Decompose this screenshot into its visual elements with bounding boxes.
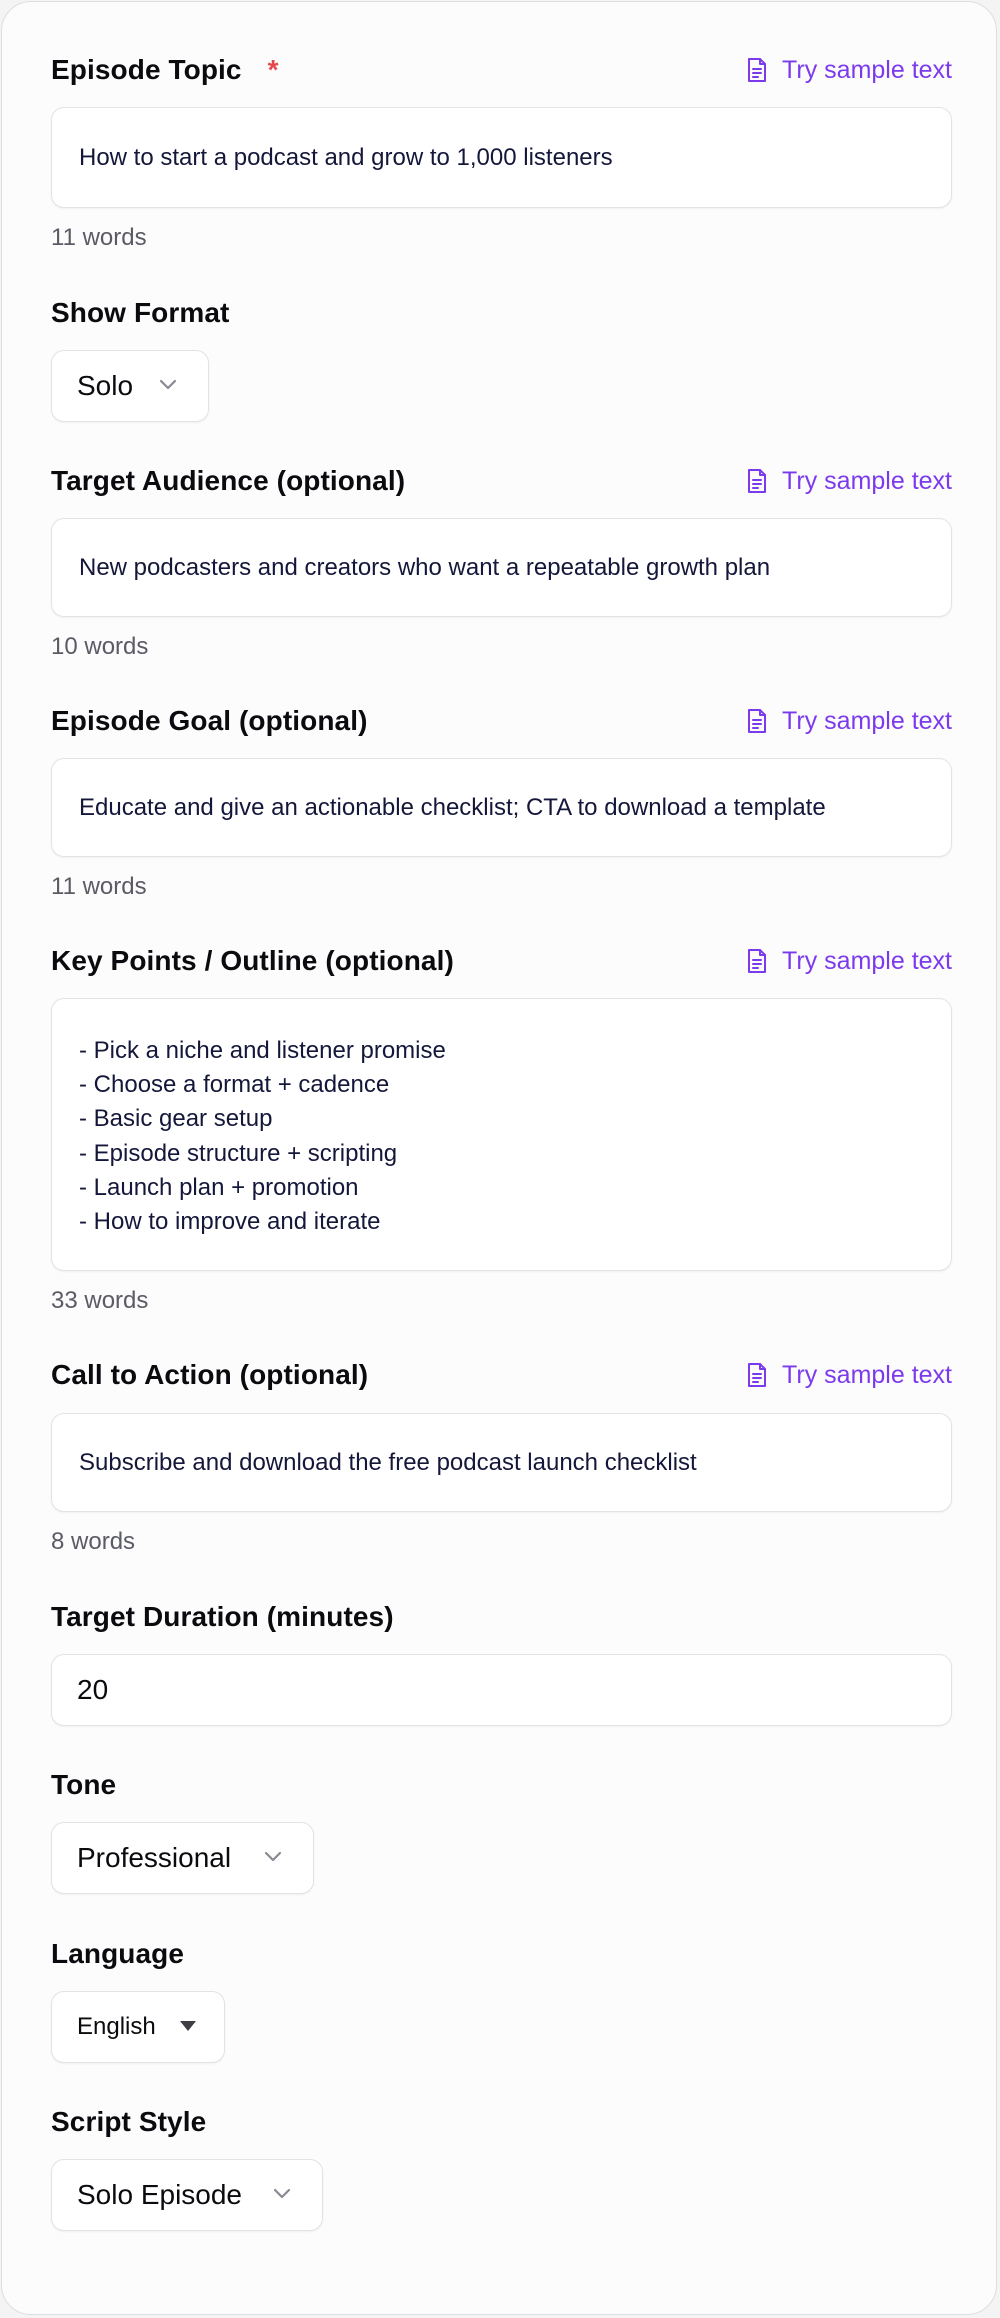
show-format-label: Show Format [51, 297, 230, 328]
script-style-value: Solo Episode [77, 2179, 243, 2210]
document-lines-icon [748, 1363, 767, 1387]
episode-topic-field: Episode Topic * Try sample text How to st… [51, 52, 952, 251]
outline-line: - Choose a format + cadence [79, 1071, 390, 1099]
chevron-down-icon [159, 379, 177, 390]
episode-goal-label: Episode Goal (optional) [51, 705, 368, 736]
key-points-word-count: 33 words [51, 1287, 149, 1314]
show-format-value: Solo [77, 370, 134, 401]
target-audience-input[interactable]: New podcasters and creators who want a r… [51, 518, 952, 617]
key-points-field: Key Points / Outline (optional) Try samp… [51, 943, 952, 1314]
call-to-action-input[interactable]: Subscribe and download the free podcast … [51, 1413, 952, 1512]
language-field: Language English [51, 1936, 952, 2063]
target-audience-try-sample-button[interactable]: Try sample text [745, 467, 952, 496]
script-style-select[interactable]: Solo Episode [51, 2159, 323, 2231]
try-sample-text-label: Try sample text [782, 706, 952, 735]
episode-goal-input[interactable]: Educate and give an actionable checklist… [51, 758, 952, 857]
document-lines-icon [748, 469, 767, 493]
target-duration-label: Target Duration (minutes) [51, 1601, 394, 1632]
target-audience-label: Target Audience (optional) [51, 465, 406, 496]
episode-goal-label-row: Episode Goal (optional) Try sample text [51, 703, 952, 739]
key-points-label: Key Points / Outline (optional) [51, 945, 454, 976]
document-lines-icon [748, 949, 767, 973]
script-style-label: Script Style [51, 2106, 207, 2137]
outline-line: - Launch plan + promotion [79, 1173, 359, 1201]
target-duration-label-row: Target Duration (minutes) [51, 1599, 952, 1635]
tone-field: Tone Professional [51, 1767, 952, 1894]
episode-topic-label: Episode Topic [51, 54, 242, 85]
document-lines-icon [748, 58, 767, 82]
caret-down-icon [180, 2021, 196, 2031]
episode-goal-word-count: 11 words [51, 873, 147, 900]
required-marker: * [267, 54, 279, 85]
show-format-label-row: Show Format [51, 295, 952, 331]
show-format-select[interactable]: Solo [51, 350, 209, 422]
target-audience-word-count: 10 words [51, 633, 149, 660]
episode-topic-try-sample-button[interactable]: Try sample text [745, 56, 952, 85]
key-points-try-sample-button[interactable]: Try sample text [745, 947, 952, 976]
try-sample-text-label: Try sample text [782, 1360, 952, 1389]
tone-label-row: Tone [51, 1767, 952, 1803]
language-label-row: Language [51, 1936, 952, 1972]
call-to-action-field: Call to Action (optional) Try sample tex… [51, 1357, 952, 1555]
target-duration-input[interactable]: 20 [51, 1654, 952, 1726]
call-to-action-label-row: Call to Action (optional) Try sample tex… [51, 1357, 952, 1393]
tone-value: Professional [77, 1842, 232, 1873]
language-label: Language [51, 1938, 185, 1969]
tone-label: Tone [51, 1769, 117, 1800]
call-to-action-label: Call to Action (optional) [51, 1359, 369, 1390]
key-points-textarea[interactable]: - Pick a niche and listener promise - Ch… [51, 998, 952, 1271]
show-format-field: Show Format Solo [51, 295, 952, 422]
call-to-action-word-count: 8 words [51, 1528, 136, 1555]
episode-goal-field: Episode Goal (optional) Try sample text … [51, 703, 952, 900]
try-sample-text-label: Try sample text [782, 55, 952, 84]
language-value: English [77, 2013, 156, 2040]
script-style-field: Script Style Solo Episode [51, 2104, 952, 2231]
target-audience-field: Target Audience (optional) Try sample te… [51, 463, 952, 660]
target-duration-field: Target Duration (minutes) 20 [51, 1599, 952, 1726]
document-lines-icon [748, 709, 767, 733]
outline-line: - Pick a niche and listener promise [79, 1037, 446, 1064]
try-sample-text-label: Try sample text [782, 466, 952, 495]
episode-topic-label-row: Episode Topic * Try sample text [51, 52, 952, 88]
call-to-action-try-sample-button[interactable]: Try sample text [745, 1361, 952, 1390]
tone-select[interactable]: Professional [51, 1822, 314, 1894]
outline-line: - Episode structure + scripting [79, 1139, 398, 1167]
episode-topic-word-count: 11 words [51, 224, 147, 251]
script-style-label-row: Script Style [51, 2104, 952, 2140]
outline-line: - How to improve and iterate [79, 1208, 381, 1236]
language-select[interactable]: English [51, 1991, 225, 2063]
target-audience-label-row: Target Audience (optional) Try sample te… [51, 463, 952, 499]
episode-topic-input[interactable]: How to start a podcast and grow to 1,000… [51, 107, 952, 208]
episode-goal-try-sample-button[interactable]: Try sample text [745, 707, 952, 736]
form-card: Episode Topic * Try sample text How to st… [1, 1, 997, 2315]
key-points-label-row: Key Points / Outline (optional) Try samp… [51, 943, 952, 979]
try-sample-text-label: Try sample text [782, 946, 952, 975]
outline-line: - Basic gear setup [79, 1105, 273, 1133]
chevron-down-icon [264, 1851, 282, 1862]
chevron-down-icon [273, 2188, 291, 2199]
